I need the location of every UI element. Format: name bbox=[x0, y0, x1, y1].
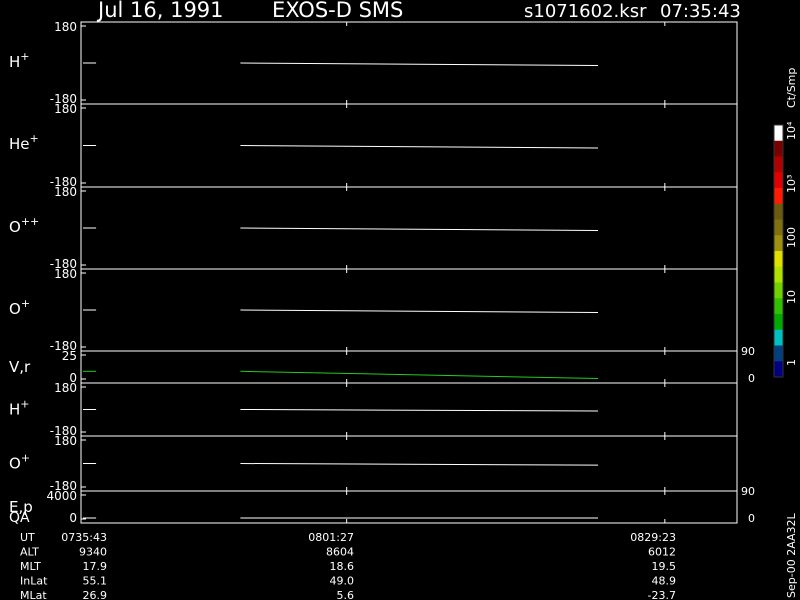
panel-he-plus: 180-180He+ bbox=[9, 102, 738, 189]
ephemeris-value: 9340 bbox=[79, 546, 107, 559]
colorbar-swatch bbox=[774, 329, 783, 346]
panel-frame bbox=[80, 103, 738, 188]
colorbar-swatch bbox=[774, 125, 783, 142]
panel-o-plus-1: 180-180O+ bbox=[9, 267, 738, 353]
ephemeris-value: 17.9 bbox=[83, 560, 108, 573]
right-axis-bottom-label: 0 bbox=[748, 512, 755, 525]
data-trace bbox=[240, 370, 599, 379]
panel-v-r: 250V,r900 bbox=[9, 345, 755, 385]
panel-e-p-qa: 40000E,pQA900 bbox=[9, 485, 755, 526]
colorbar-swatch bbox=[774, 188, 783, 205]
colorbar-swatch bbox=[774, 172, 783, 189]
panel-label: H+ bbox=[9, 50, 30, 71]
y-max-label: 180 bbox=[54, 20, 77, 34]
panel-o-plus-2: 180-180O+ bbox=[9, 434, 738, 493]
ephemeris-value: 18.6 bbox=[330, 560, 355, 573]
panel-frame bbox=[80, 435, 738, 492]
ephemeris-label: MLat bbox=[20, 589, 47, 600]
ephemeris-label: InLat bbox=[20, 575, 48, 588]
colorbar-swatch bbox=[774, 251, 783, 268]
ephemeris-value: 0829:23 bbox=[630, 531, 676, 544]
ephemeris-value: 0801:27 bbox=[308, 531, 354, 544]
colorbar-swatch bbox=[774, 298, 783, 315]
ephemeris-value: 5.6 bbox=[337, 589, 355, 600]
ephemeris-value: 49.0 bbox=[330, 575, 355, 588]
colorbar-tick-label: 100 bbox=[785, 227, 798, 248]
colorbar-swatch bbox=[774, 219, 783, 236]
y-max-label: 180 bbox=[54, 267, 77, 281]
data-trace bbox=[240, 145, 599, 149]
data-trace bbox=[240, 463, 599, 466]
colorbar-swatch bbox=[774, 282, 783, 299]
data-trace bbox=[240, 409, 599, 412]
ephemeris-value: 55.1 bbox=[83, 575, 108, 588]
ephemeris-label: ALT bbox=[20, 546, 39, 559]
right-axis-top-label: 90 bbox=[741, 485, 755, 498]
panel-h-plus-2: 180-180H+ bbox=[9, 381, 738, 438]
colorbar-swatch bbox=[774, 266, 783, 283]
colorbar-swatch bbox=[774, 345, 783, 362]
colorbar-swatch bbox=[774, 235, 783, 252]
y-max-label: 25 bbox=[62, 349, 77, 363]
panel-frame bbox=[80, 21, 738, 105]
colorbar-unit-label: Ct/Smp bbox=[785, 68, 798, 108]
panel-label: O+ bbox=[9, 297, 30, 318]
header-instrument: EXOS-D SMS bbox=[272, 0, 403, 22]
y-max-label: 180 bbox=[54, 185, 77, 199]
ephemeris-value: 6012 bbox=[648, 546, 676, 559]
y-max-label: 180 bbox=[54, 381, 77, 395]
right-axis-top-label: 90 bbox=[741, 345, 755, 358]
colorbar-swatch bbox=[774, 361, 783, 378]
panel-label-secondary: QA bbox=[9, 510, 30, 526]
panel-label: H+ bbox=[9, 398, 30, 419]
header-time: 07:35:43 bbox=[660, 1, 741, 22]
panel-label: O+ bbox=[9, 452, 30, 473]
ephemeris-value: -23.7 bbox=[648, 589, 676, 600]
ephemeris-table: UT 0735:43 0801:27 0829:23 ALT 9340 8604 6012 ML… bbox=[20, 531, 676, 600]
panel-o-plusplus: 180-180O++ bbox=[9, 185, 738, 271]
header-file: s1071602.ksr bbox=[524, 1, 647, 22]
data-trace bbox=[240, 227, 599, 231]
spectrogram-chart: Jul 16, 1991 EXOS-D SMS s1071602.ksr 07:… bbox=[9, 0, 798, 600]
colorbar-swatch bbox=[774, 156, 783, 173]
data-trace bbox=[240, 62, 599, 66]
footer-stamp: Sep-00 2AA32L bbox=[785, 512, 798, 598]
ephemeris-value: 19.5 bbox=[652, 560, 677, 573]
colorbar: 10⁴ 10³ 100 10 1 Ct/Smp bbox=[773, 68, 798, 378]
y-max-label: 180 bbox=[54, 434, 77, 448]
y-max-label: 180 bbox=[54, 102, 77, 116]
colorbar-swatch bbox=[774, 203, 783, 220]
y-max-label: 4000 bbox=[46, 489, 77, 503]
panel-frame bbox=[80, 186, 738, 270]
ephemeris-label: UT bbox=[20, 531, 35, 544]
panels-group: 180-180H+180-180He+180-180O++180-180O+25… bbox=[9, 20, 755, 526]
panel-frame bbox=[80, 350, 738, 384]
panel-label: V,r bbox=[9, 358, 31, 376]
ephemeris-value: 8604 bbox=[326, 546, 354, 559]
ephemeris-value: 48.9 bbox=[652, 575, 677, 588]
header-date: Jul 16, 1991 bbox=[96, 0, 224, 22]
y-min-label: 0 bbox=[69, 511, 77, 525]
panel-frame bbox=[80, 382, 738, 437]
panel-label: He+ bbox=[9, 132, 39, 153]
right-axis-bottom-label: 0 bbox=[748, 372, 755, 385]
panel-frame bbox=[80, 268, 738, 352]
colorbar-tick-label: 1 bbox=[785, 359, 798, 366]
colorbar-tick-label: 10⁴ bbox=[785, 121, 798, 140]
ephemeris-value: 0735:43 bbox=[61, 531, 107, 544]
colorbar-tick-label: 10³ bbox=[785, 175, 798, 193]
ephemeris-label: MLT bbox=[20, 560, 41, 573]
panel-label: O++ bbox=[9, 215, 39, 236]
data-trace bbox=[240, 309, 599, 313]
panel-h-plus-1: 180-180H+ bbox=[9, 20, 738, 106]
colorbar-swatch bbox=[774, 140, 783, 157]
ephemeris-value: 26.9 bbox=[83, 589, 108, 600]
colorbar-tick-label: 10 bbox=[785, 290, 798, 304]
colorbar-swatch bbox=[774, 314, 783, 331]
